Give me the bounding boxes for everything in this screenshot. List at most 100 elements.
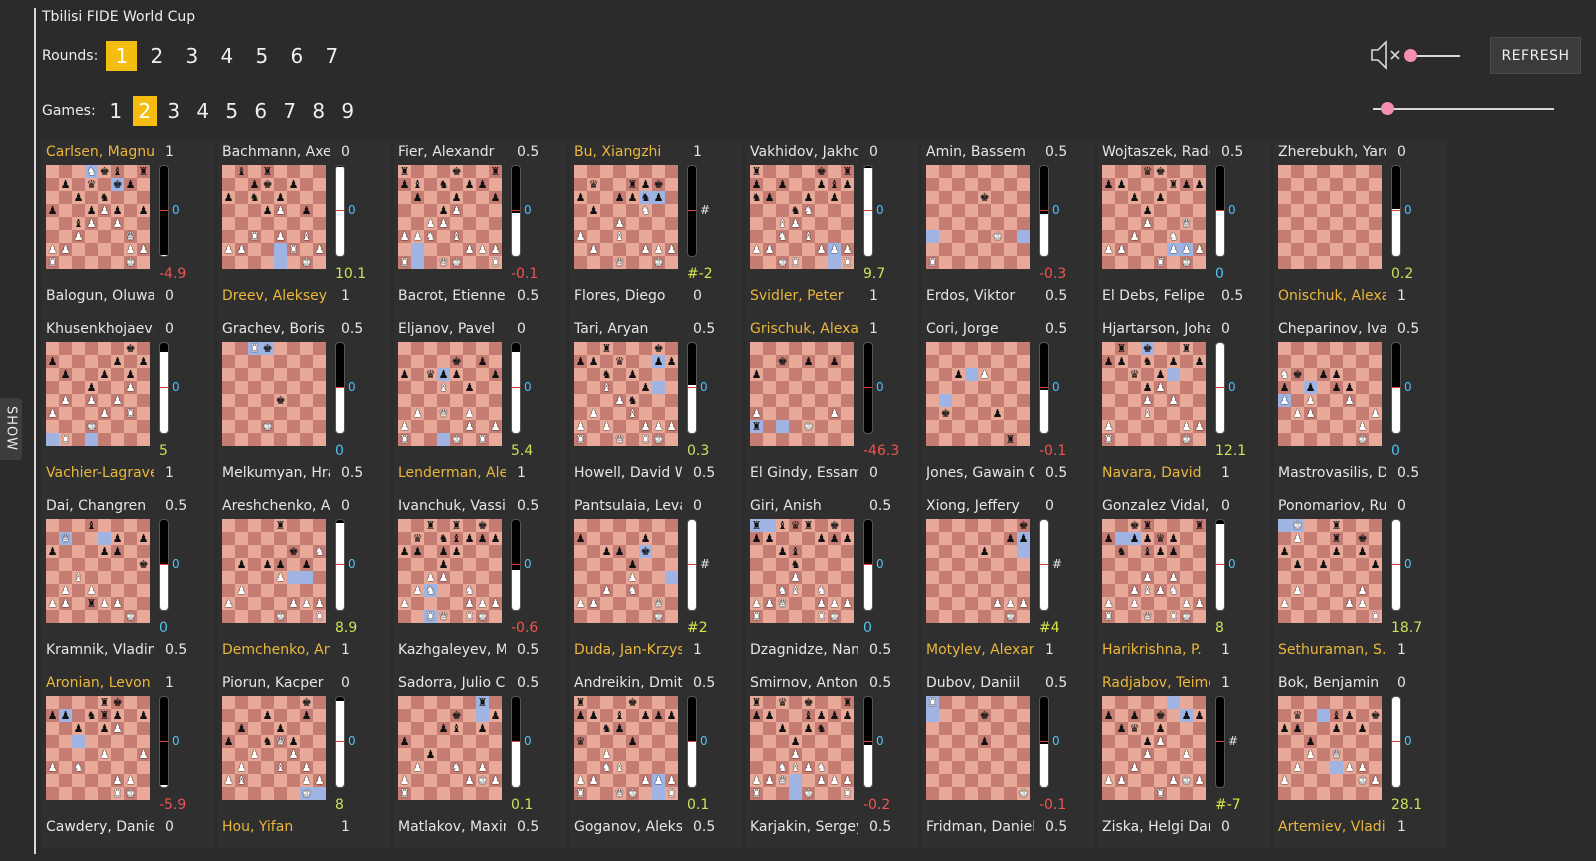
chess-board[interactable]: ♛ ♝ ♟ ♚ ♟ ♟ ♟ ♟ ♟ ♟ ♛ ♟ ♟ ♟ ♟ ♚ ♟ [1278, 696, 1382, 800]
chess-board[interactable]: ♛ ♚ ♟ ♟ ♜ ♟ ♟ ♟ ♟ ♟ ♟ ♛ ♟ ♞ ♟ ♟ ♟ ♟ ♟ ♜ ♚ [1102, 165, 1206, 269]
refresh-button[interactable]: REFRESH [1490, 37, 1581, 74]
chess-board[interactable]: ♜ ♚ ♜ ♟ ♟ ♞ ♟ ♟ ♛ ♟ ♟ ♟ ♟ ♟ ♝ ♟ ♟ ♟ ♜ ♚ [1102, 342, 1206, 446]
board-square [639, 597, 652, 610]
match-card[interactable]: Gonzalez Vidal, Yuri0Harikrishna, P.1♚♜♜… [1097, 494, 1271, 671]
round-button-5[interactable]: 5 [246, 41, 277, 71]
chess-board[interactable]: ♚ ♜ ♟ ♜ ♚ ♟ ♟ ♟ ♟ ♟ ♟ ♟ ♟ ♟ ♟ ♟ ♜ [1278, 519, 1382, 623]
chess-board[interactable]: ♜ ♚ ♟ ♟ ♝ ♟ ♟ ♟ ♟ ♞ ♟ ♟ ♟ ♚ ♟ ♜ [398, 696, 502, 800]
board-square: ♚ [939, 407, 952, 420]
chess-board[interactable]: ♜ ♚ ♟ ♟ ♝ ♟ ♟ ♟ ♞ ♟ ♛ ♟ ♟ ♞ ♝ ♟ ♟ ♟ ♟ ♟ ♜ ♛ ♚ ♜ [574, 696, 678, 800]
game-button-9[interactable]: 9 [336, 96, 360, 126]
chess-board[interactable]: ♟ ♟ ♚ ♟ ♜ [926, 342, 1030, 446]
match-card[interactable]: Carlsen, Magnus1Balogun, Oluwafemi0♞♚♝♜♟… [41, 140, 215, 317]
round-button-3[interactable]: 3 [176, 41, 207, 71]
chess-board[interactable]: ♜ ♚ ♞ ♟ ♟ ♟ ♟ ♟ ♟ ♟ ♟ ♟ ♟ ♚ ♜ [222, 519, 326, 623]
board-square [613, 381, 626, 394]
chess-board[interactable]: ♞ ♚ ♝ ♜ ♟ ♛ ♚ ♟ ♟ ♞ ♟ ♟ ♟ ♟ ♟ ♝ ♟ ♟ ♟ ♛ ♟ ♟ ♟ ♟ ♜ ♚ [46, 165, 150, 269]
chess-board[interactable]: ♜ ♛ ♚ ♜ ♟ ♟ ♝ ♟ ♟ ♟ ♟ ♟ ♞ ♟ ♟ ♞ ♝ ♟ ♞ ♟ ♟ ♛ ♟ ♟ ♟ ♜ ♚ ♜ [750, 696, 854, 800]
game-button-6[interactable]: 6 [249, 96, 273, 126]
match-card[interactable]: Wojtaszek, Radoslaw0.5El Debs, Felipe de… [1097, 140, 1271, 317]
match-card[interactable]: Sadorra, Julio Catalino0.5Matlakov, Maxi… [393, 671, 567, 848]
match-card[interactable]: Xiong, Jeffery0Motylev, Alexander1♚♟♟♟♟♟… [921, 494, 1095, 671]
game-button-7[interactable]: 7 [278, 96, 302, 126]
board-square: ♛ [613, 433, 626, 446]
chess-board[interactable] [1278, 165, 1382, 269]
eval-value: -0.1 [1039, 443, 1067, 459]
match-card[interactable]: Khusenkhojaev, Muhammad0Vachier-Lagrave,… [41, 317, 215, 494]
chess-board[interactable]: ♜ ♚ ♟ ♟ ♛ ♟ ♟ ♞ ♟ ♝ ♟ ♟ ♞ ♟ ♝ ♟ ♟ ♟ ♟ ♟ ♜ ♛ ♜ ♚ [574, 342, 678, 446]
match-card[interactable]: Fier, Alexandr 0.5 Bacrot, Etienne 0.5 ♜ ♚ ♜ ♟ ♝… [393, 140, 567, 317]
chess-board[interactable]: ♜ ♝ ♛ ♜ ♚ ♟ ♟ ♟ ♟ ♟ ♟ ♝ ♞ ♟ ♞ ♝ ♞ ♟ ♟ ♛ ♟ ♟ ♟ ♜ ♜ ♚ [750, 519, 854, 623]
chess-board[interactable]: ♟ ♟ ♟ ♟ ♚ ♟ ♟ ♟ ♞ ♟ ♟ ♛ ♚ [574, 519, 678, 623]
match-card[interactable]: Ponomariov, Ruslan0Sethuraman, S.P.1♚♜♟♜… [1273, 494, 1447, 671]
chess-board[interactable]: ♜ ♚ ♜ ♟ ♝ ♞ ♟ ♟ ♟ ♟ ♟ ♟ ♟ ♟ ♟ ♟ ♟ ♞ ♝ ♟ ♟ ♟ ♜ ♛ ♚ ♜ [398, 165, 502, 269]
chess-board[interactable]: ♜ ♜ ♚ ♛ ♞ ♝ ♟ ♟ ♟ ♟ ♟ ♟ ♟ ♟ ♟ ♟ ♟ ♞ ♞ ♟ ♟ ♟ ♟ ♜ ♛ ♜ ♚ [398, 519, 502, 623]
game-button-3[interactable]: 3 [162, 96, 186, 126]
chess-board[interactable]: ♚ ♟ ♟ ♟ ♟ ♟ ♞ ♛ ♟ ♟ ♟ ♟ ♝ ♟ ♟ ♝ ♟ ♟ ♚ [222, 696, 326, 800]
match-card[interactable]: Eljanov, Pavel0Lenderman, Aleksandr1♚♟♟♛… [393, 317, 567, 494]
game-button-8[interactable]: 8 [307, 96, 331, 126]
chess-board[interactable]: ♝ ♛ ♟ ♟ ♟ ♟ ♟ ♚ ♝ ♟ ♟ ♟ ♟ ♜ ♟ ♟ ♚ [46, 519, 150, 623]
match-card[interactable]: Pantsulaia, Levan0Duda, Jan-Krzysztof1♟♟… [569, 494, 743, 671]
volume-slider-handle[interactable] [1404, 49, 1417, 62]
match-card[interactable]: Tari, Aryan0.5Howell, David W L0.5♜♚♟♟♛♟… [569, 317, 743, 494]
match-card[interactable]: Hjartarson, Johann0Navara, David1♜♚♜♟♟♞♟… [1097, 317, 1271, 494]
chess-board[interactable]: ♚ ♟ ♟ ♟ ♟ ♟ ♜ ♚ [750, 342, 854, 446]
match-card[interactable]: Dai, Changren0.5Kramnik, Vladimir0.5♝♛♟♟… [41, 494, 215, 671]
chess-board[interactable]: ♛ ♜ ♟ ♚ ♟ ♟ ♟ ♞ ♟ ♟ ♞ ♟ ♟ ♝ ♟ ♟ ♟ ♟ ♛ ♚ [574, 165, 678, 269]
game-button-1[interactable]: 1 [104, 96, 128, 126]
player-bottom-score: 0.5 [693, 819, 716, 835]
board-square: ♟ [1193, 597, 1206, 610]
round-button-2[interactable]: 2 [141, 41, 172, 71]
match-card[interactable]: Bachmann, Axel 0 Dreev, Aleksey 1 ♝ ♜ ♟ ♚ ♟ ♟ ♞ ♟ ♟ ♟… [217, 140, 391, 317]
match-card[interactable]: Areshchenko, Alexander0Demchenko, Anton1… [217, 494, 391, 671]
match-card[interactable]: Cheparinov, Ivan0.5Mastrovasilis, Dimitr… [1273, 317, 1447, 494]
chess-board[interactable]: ♞ ♚ ♟ ♟ ♟ ♟ ♟ ♟ ♟ ♟ ♟ ♟ ♟ ♟ ♟ ♚ [1278, 342, 1382, 446]
match-card[interactable]: Ivanchuk, Vassily0.5Kazhgaleyev, Murtas0… [393, 494, 567, 671]
show-panel-button[interactable]: SHOW [0, 398, 22, 460]
chess-board[interactable]: ♜ ♚ ♚ ♚ [222, 342, 326, 446]
round-button-4[interactable]: 4 [211, 41, 242, 71]
game-button-2[interactable]: 2 [132, 96, 157, 126]
chess-board[interactable]: ♚ ♟ ♟ ♟ ♟ ♟ ♟ ♟ ♟ ♟ ♟ ♟ ♟ ♟ ♜ ♚ ♜ [46, 342, 150, 446]
match-card[interactable]: Bu, Xiangzhi 1 Flores, Diego 0 ♛ ♜ ♟ ♚ ♟ ♟ ♟ ♞ ♟ ♟ ♞ ♟ ♟… [569, 140, 743, 317]
chess-piece-icon: ♟ [575, 709, 586, 722]
match-card[interactable]: Grischuk, Alexander1El Gindy, Essam0♚♟♟♟… [745, 317, 919, 494]
board-square: ♟ [1356, 597, 1369, 610]
board-square [1017, 165, 1030, 178]
chess-board[interactable]: ♚ ♟ ♟ ♟ ♟ ♟ ♟ ♚ [926, 519, 1030, 623]
speed-slider[interactable] [1373, 108, 1554, 110]
chess-board[interactable]: ♜ ♚ ♟ ♚ [926, 696, 1030, 800]
chess-board[interactable]: ♚ ♟ ♟ ♛ ♟ ♟ ♟ ♝ ♟ ♟ ♛ ♟ ♟ ♟ ♟ ♜ ♚ ♜ [398, 342, 502, 446]
match-card[interactable]: Bok, Benjamin0Artemiev, Vladislav1♛♝♟♚♟♟… [1273, 671, 1447, 848]
chess-board[interactable]: ♚ ♚ ♜ [926, 165, 1030, 269]
match-card[interactable]: Aronian, Levon 1 Cawdery, Daniel 0 ♜ ♚ ♟ ♟ ♞ ♜ ♟ ♟ ♟… [41, 671, 215, 848]
match-card[interactable]: Smirnov, Anton 0.5 Karjakin, Sergey 0.5 ♜ ♛ ♚ ♜… [745, 671, 919, 848]
board-square [72, 178, 85, 191]
match-card[interactable]: Grachev, Boris0.5Melkumyan, Hrant0.5♜♚♚♚… [217, 317, 391, 494]
game-button-4[interactable]: 4 [191, 96, 215, 126]
round-button-1[interactable]: 1 [106, 41, 138, 71]
board-square: ♟ [652, 420, 665, 433]
match-card[interactable]: Amin, Bassem 0.5 Erdos, Viktor 0.5 ♚ ♚ ♜ 0 -0.3 [921, 140, 1095, 317]
round-button-7[interactable]: 7 [316, 41, 347, 71]
chess-board[interactable]: ♜ ♚ ♟ ♟ ♞ ♜ ♟ ♟ ♟ ♟ ♟ ♟ ♟ ♟ ♞ ♟ ♟ ♜ ♚ [46, 696, 150, 800]
chess-board[interactable]: ♚ ♜ ♜ ♟ ♟ ♟ ♛ ♟ ♞ ♝ ♟ ♟ ♟ ♟ ♟ ♝ ♟ ♞ ♟ ♟ ♟ ♟ ♜ ♛ ♜ ♚ [1102, 519, 1206, 623]
chess-board[interactable]: ♝ ♜ ♟ ♚ ♟ ♟ ♞ ♟ ♟ ♟ ♟ ♜ ♟ ♝ ♟ ♟ ♜ ♟ ♚ [222, 165, 326, 269]
speaker-muted-icon[interactable] [1370, 38, 1402, 72]
volume-slider[interactable] [1410, 55, 1460, 57]
match-card[interactable]: Andreikin, Dmitry0.5Goganov, Aleksey0.5♜… [569, 671, 743, 848]
match-card[interactable]: Radjabov, Teimour1Ziska, Helgi Dam0♟♟♚♟♟… [1097, 671, 1271, 848]
speed-slider-handle[interactable] [1381, 102, 1395, 115]
match-card[interactable]: Giri, Anish 0.5 Dzagnidze, Nana 0.5 ♜ ♝ ♛ ♜ ♚ ♟ ♟ ♟… [745, 494, 919, 671]
match-card[interactable]: Cori, Jorge0.5Jones, Gawain C B0.5♟♟♚♟♜0… [921, 317, 1095, 494]
match-card[interactable]: Zherebukh, Yaroslav0Onischuk, Alexander1… [1273, 140, 1447, 317]
game-button-5[interactable]: 5 [220, 96, 244, 126]
match-card[interactable]: Vakhidov, Jakhongir0Svidler, Peter1♜♚♜♟♟… [745, 140, 919, 317]
chess-board[interactable]: ♟ ♟ ♚ ♟ ♟ ♟ ♛ ♟ ♟ ♟ ♟ ♟ ♟ ♟ ♟ ♟ ♚ ♟ ♜ [1102, 696, 1206, 800]
match-card[interactable]: Piorun, Kacper 0 Hou, Yifan 1 ♚ ♟ ♟ ♟ ♟ ♟ ♞ ♛ ♟ ♟ ♟ ♟ ♝ ♟… [217, 671, 391, 848]
match-card[interactable]: Dubov, Daniil 0.5 Fridman, Daniel 0.5 ♜ ♚ ♟ ♚ 0-… [921, 671, 1095, 848]
chess-board[interactable]: ♜ ♚ ♜ ♟ ♟ ♟ ♝ ♟ ♞ ♟ ♟ ♟ ♞ ♞ ♝ ♟ ♞ ♝ ♟ ♟ ♟ ♟ ♟ ♚ ♜ ♜ [750, 165, 854, 269]
round-button-6[interactable]: 6 [281, 41, 312, 71]
board-square [574, 545, 587, 558]
